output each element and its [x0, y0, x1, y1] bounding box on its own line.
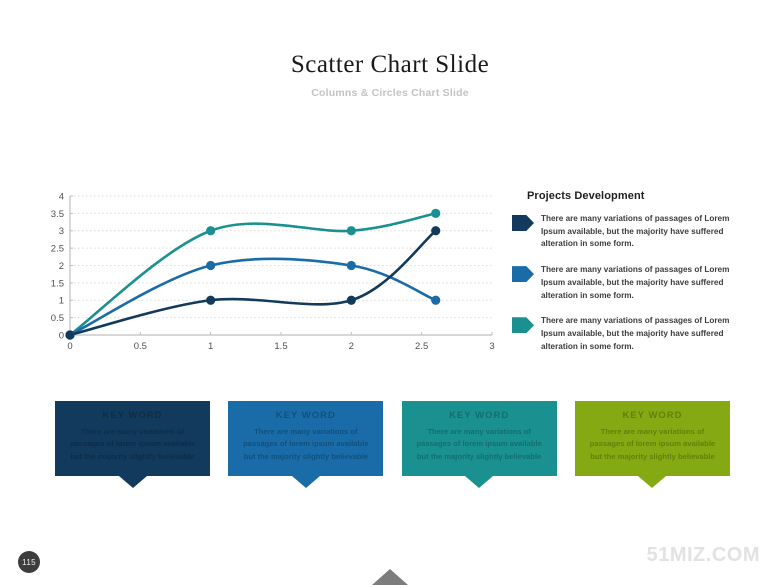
- series-data-point[interactable]: [206, 295, 216, 305]
- keyword-card-body: There are many variations of passages of…: [69, 427, 196, 461]
- keyword-card-body: There are many variations of passages of…: [589, 427, 716, 461]
- keyword-card[interactable]: KEY WORD There are many variations of pas…: [574, 401, 730, 488]
- legend-item[interactable]: There are many variations of passages of…: [512, 213, 752, 251]
- svg-text:0.5: 0.5: [134, 341, 147, 352]
- page-subtitle: Columns & Circles Chart Slide: [311, 87, 469, 99]
- keyword-card-title: KEY WORD: [622, 410, 683, 421]
- keyword-card-pointer: [465, 475, 494, 488]
- svg-text:3: 3: [489, 341, 494, 352]
- keyword-card-title: KEY WORD: [449, 410, 510, 421]
- legend-item-text: There are many variations of passages of…: [541, 316, 730, 351]
- series-data-point[interactable]: [346, 295, 356, 305]
- series-data-point[interactable]: [431, 208, 441, 218]
- chart-series-lines: [68, 212, 438, 337]
- svg-text:2.5: 2.5: [415, 341, 428, 352]
- series-data-point[interactable]: [206, 226, 216, 236]
- keyword-card-body: There are many variations of passages of…: [416, 427, 542, 461]
- svg-text:3: 3: [59, 226, 64, 237]
- legend-list: There are many variations of passages of…: [512, 213, 752, 353]
- legend-item[interactable]: There are many variations of passages of…: [512, 315, 752, 353]
- keyword-card-title: KEY WORD: [102, 410, 163, 421]
- series-data-point[interactable]: [346, 226, 356, 236]
- svg-text:2: 2: [349, 341, 354, 352]
- series-line: [68, 229, 438, 337]
- svg-text:1: 1: [59, 296, 64, 307]
- series-data-point[interactable]: [65, 330, 75, 340]
- svg-text:2: 2: [59, 261, 64, 272]
- series-data-point[interactable]: [346, 260, 356, 271]
- chart-legend: Projects Development There are many vari…: [512, 190, 752, 366]
- legend-color-marker-icon: [512, 317, 534, 334]
- keyword-card-pointer: [118, 475, 147, 488]
- legend-color-marker-icon: [512, 266, 534, 283]
- chart-axes: [69, 196, 492, 336]
- keyword-card-pointer: [638, 475, 667, 488]
- legend-item[interactable]: There are many variations of passages of…: [512, 264, 752, 302]
- keyword-card[interactable]: KEY WORD There are many variations of pas…: [228, 401, 384, 488]
- watermark-logo: 51MIZ.COM: [646, 544, 760, 566]
- svg-text:0: 0: [59, 330, 64, 341]
- svg-text:3.5: 3.5: [51, 209, 64, 220]
- svg-text:2.5: 2.5: [51, 244, 64, 255]
- keyword-card-pointer: [291, 475, 320, 488]
- svg-text:0.5: 0.5: [51, 313, 64, 324]
- svg-text:1.5: 1.5: [51, 278, 64, 289]
- series-data-point[interactable]: [431, 295, 441, 305]
- page-title: Scatter Chart Slide: [290, 51, 490, 78]
- legend-item-text: There are many variations of passages of…: [541, 214, 730, 249]
- keyword-card[interactable]: KEY WORD There are many variations of pas…: [55, 401, 210, 488]
- svg-text:1: 1: [208, 341, 213, 352]
- chart-canvas: 0 0.5 1 1.5 2 2.5 3 3.5 4 0 0.5 1 1.5 2 2.5 3: [51, 191, 495, 352]
- slide-header: Scatter Chart Slide Columns & Circles Ch…: [0, 52, 780, 99]
- svg-text:4: 4: [59, 191, 64, 202]
- svg-text:0: 0: [67, 341, 72, 352]
- series-line: [68, 257, 438, 337]
- page-number-badge: 115: [18, 551, 40, 573]
- keyword-card-body: There are many variations of passages of…: [243, 427, 369, 461]
- legend-color-marker-icon: [512, 215, 534, 231]
- keyword-card[interactable]: KEY WORD There are many variations of pas…: [401, 401, 557, 488]
- chart-gridlines: [70, 195, 492, 336]
- scatter-line-chart: 0 0.5 1 1.5 2 2.5 3 3.5 4 0 0.5 1 1.5 2 2.5 3: [40, 188, 500, 363]
- svg-text:1.5: 1.5: [274, 341, 287, 352]
- series-data-point[interactable]: [206, 260, 216, 271]
- legend-title: Projects Development: [527, 190, 645, 202]
- scroll-up-arrow-icon[interactable]: [372, 569, 408, 585]
- keyword-cards-row: KEY WORD There are many variations of pas…: [55, 401, 730, 488]
- legend-item-text: There are many variations of passages of…: [541, 265, 730, 300]
- keyword-card-title: KEY WORD: [275, 410, 336, 421]
- series-data-point[interactable]: [431, 226, 441, 236]
